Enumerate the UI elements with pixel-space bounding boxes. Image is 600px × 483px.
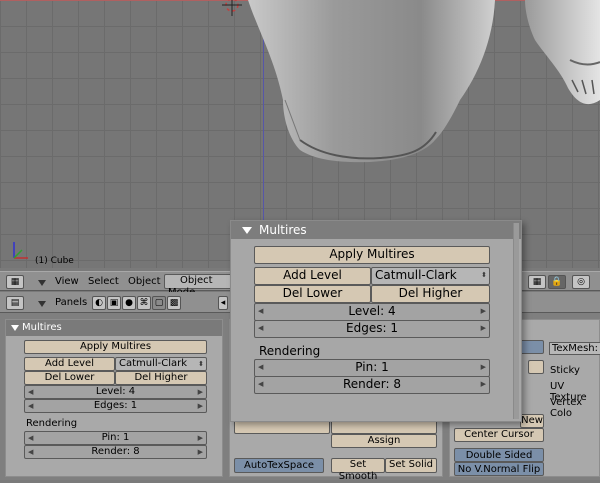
buttons-editor-icon[interactable]: ▤ — [6, 296, 24, 310]
level-field[interactable]: ◀ Level: 4 ▶ — [24, 385, 207, 399]
layers-icon[interactable]: ▦ — [528, 275, 546, 289]
subdivision-type-menu[interactable]: Catmull-Clark ⬍ — [115, 357, 207, 371]
edges-value: Edges: 1 — [346, 321, 398, 335]
axis-gizmo-icon — [13, 242, 28, 259]
active-object-label: (1) Cube — [35, 256, 74, 266]
increment-icon[interactable]: ▶ — [198, 432, 203, 444]
shading-icon[interactable]: ● — [122, 296, 136, 310]
decrement-icon[interactable]: ◀ — [28, 386, 33, 398]
object-icon[interactable]: ⌘ — [137, 296, 151, 310]
autotexspace-toggle[interactable]: AutoTexSpace — [234, 458, 324, 473]
updown-arrows-icon: ⬍ — [481, 271, 487, 279]
pin-value: Pin: 1 — [101, 432, 130, 443]
increment-icon[interactable]: ▶ — [481, 377, 486, 392]
popup-panel-header[interactable]: Multires — [231, 221, 521, 239]
decrement-icon[interactable]: ◀ — [258, 304, 263, 319]
3d-cursor-icon — [222, 0, 242, 16]
edges-field[interactable]: ◀ Edges: 1 ▶ — [254, 320, 490, 338]
sticky-label: Sticky — [550, 365, 580, 376]
edges-value: Edges: 1 — [93, 400, 138, 411]
logic-icon[interactable]: ◐ — [92, 296, 106, 310]
mode-selector[interactable]: Object Mode — [164, 274, 234, 298]
increment-icon[interactable]: ▶ — [198, 446, 203, 458]
lock-icon[interactable]: 🔒 — [548, 275, 566, 289]
increment-icon[interactable]: ▶ — [481, 321, 486, 336]
multires-panel-title: Multires — [22, 322, 62, 333]
center-cursor-button[interactable]: Center Cursor — [454, 428, 544, 442]
increment-icon[interactable]: ▶ — [198, 400, 203, 412]
level-value: Level: 4 — [95, 386, 136, 397]
edges-field[interactable]: ◀ Edges: 1 ▶ — [24, 399, 207, 413]
increment-icon[interactable]: ▶ — [481, 360, 486, 375]
view-menu[interactable]: View — [55, 275, 79, 289]
pin-field[interactable]: ◀ Pin: 1 ▶ — [254, 359, 490, 377]
vertex-colors-label: Vertex Colo — [550, 397, 583, 419]
double-sided-toggle[interactable]: Double Sided — [454, 448, 544, 462]
decrement-icon[interactable]: ◀ — [28, 446, 33, 458]
rendering-label: Rendering — [26, 418, 78, 429]
rendering-label: Rendering — [259, 344, 321, 358]
set-solid-button[interactable]: Set Solid — [385, 458, 437, 473]
updown-arrows-icon: ⬍ — [198, 360, 204, 368]
subdivision-type-value: Catmull-Clark — [119, 358, 188, 369]
render-value: Render: 8 — [91, 446, 140, 457]
increment-icon[interactable]: ▶ — [481, 304, 486, 319]
subdivision-type-value: Catmull-Clark — [375, 268, 457, 282]
panel-collapse-icon[interactable] — [11, 325, 19, 331]
del-lower-button[interactable]: Del Lower — [254, 285, 371, 303]
decrement-icon[interactable]: ◀ — [258, 377, 263, 392]
scroll-left-icon[interactable]: ◂ — [218, 296, 228, 310]
pin-field[interactable]: ◀ Pin: 1 ▶ — [24, 431, 207, 445]
del-higher-button[interactable]: Del Higher — [115, 371, 207, 385]
render-icon[interactable]: ◎ — [572, 275, 590, 289]
multires-panel: Multires Apply Multires Add Level Catmul… — [5, 319, 223, 477]
decrement-icon[interactable]: ◀ — [258, 360, 263, 375]
arrow-button[interactable] — [528, 360, 544, 374]
del-higher-button[interactable]: Del Higher — [371, 285, 490, 303]
del-lower-button[interactable]: Del Lower — [24, 371, 115, 385]
editor-type-icon[interactable]: ▦ — [6, 275, 24, 289]
popup-panel-title: Multires — [259, 223, 307, 237]
decrement-icon[interactable]: ◀ — [28, 400, 33, 412]
panel-collapse-icon[interactable] — [242, 227, 252, 234]
texmesh-field[interactable]: TexMesh: — [549, 342, 600, 355]
multires-panel-header[interactable]: Multires — [6, 320, 222, 336]
add-level-button[interactable]: Add Level — [254, 267, 371, 285]
add-level-button[interactable]: Add Level — [24, 357, 115, 371]
increment-icon[interactable]: ▶ — [198, 386, 203, 398]
apply-multires-button[interactable]: Apply Multires — [24, 340, 207, 354]
decrement-icon[interactable]: ◀ — [258, 321, 263, 336]
collapse-arrow-icon[interactable] — [38, 280, 46, 286]
panels-label: Panels — [55, 297, 88, 308]
render-field[interactable]: ◀ Render: 8 ▶ — [254, 376, 490, 394]
select-menu[interactable]: Select — [88, 275, 119, 289]
set-smooth-button[interactable]: Set Smooth — [331, 458, 385, 482]
level-value: Level: 4 — [348, 304, 396, 318]
decrement-icon[interactable]: ◀ — [28, 432, 33, 444]
editing-icon[interactable]: ▢ — [152, 296, 166, 310]
no-v-normal-flip-toggle[interactable]: No V.Normal Flip — [454, 462, 544, 476]
multires-panel-enlarged: Multires Apply Multires Add Level Catmul… — [230, 220, 522, 422]
assign-button[interactable]: Assign — [331, 434, 437, 448]
script-icon[interactable]: ▣ — [107, 296, 121, 310]
render-field[interactable]: ◀ Render: 8 ▶ — [24, 445, 207, 459]
buttons-collapse-icon[interactable] — [38, 301, 46, 307]
scene-icon[interactable]: ▩ — [167, 296, 181, 310]
copy-group-button[interactable] — [234, 420, 330, 434]
render-value: Render: 8 — [342, 377, 401, 391]
panel-scrollbar[interactable] — [513, 223, 519, 419]
apply-multires-button[interactable]: Apply Multires — [254, 246, 490, 264]
object-menu[interactable]: Object — [128, 275, 161, 289]
new-button[interactable]: New — [520, 414, 544, 428]
select-deselect-button[interactable] — [331, 420, 437, 434]
level-field[interactable]: ◀ Level: 4 ▶ — [254, 303, 490, 321]
subdivision-type-menu[interactable]: Catmull-Clark ⬍ — [371, 267, 490, 285]
pin-value: Pin: 1 — [355, 360, 389, 374]
